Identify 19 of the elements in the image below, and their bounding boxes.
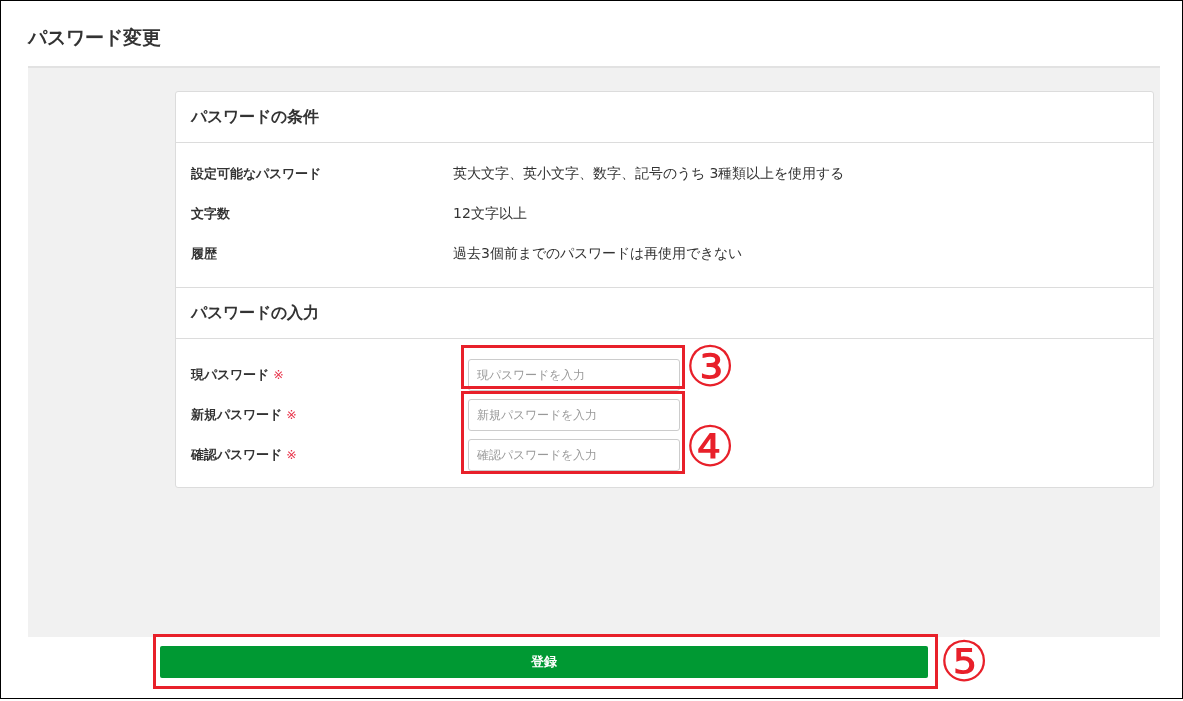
page-title: パスワード変更 xyxy=(26,25,162,50)
field-label: 確認パスワード ※ xyxy=(189,446,298,464)
condition-value: 過去3個前までのパスワードは再使用できない xyxy=(453,245,742,263)
password-field[interactable]: 現パスワードを入力 xyxy=(468,359,680,391)
password-field[interactable]: 新規パスワードを入力 xyxy=(468,399,680,431)
field-label: 現パスワード ※ xyxy=(189,366,285,384)
annotation-number: ④ xyxy=(685,415,736,479)
condition-label: 履歴 xyxy=(190,245,218,263)
annotation-number: ⑤ xyxy=(939,630,990,694)
password-field[interactable]: 確認パスワードを入力 xyxy=(468,439,680,471)
register-button[interactable]: 登録 xyxy=(160,646,928,678)
annotation-number: ③ xyxy=(685,335,736,399)
condition-label: 設定可能なパスワード xyxy=(190,165,322,183)
field-label: 新規パスワード ※ xyxy=(190,406,298,424)
section-heading: パスワードの条件 xyxy=(191,106,319,128)
condition-label: 文字数 xyxy=(190,205,231,223)
section-heading: パスワードの入力 xyxy=(191,302,319,324)
condition-value: 12文字以上 xyxy=(453,205,527,223)
condition-value: 英大文字、英小文字、数字、記号のうち 3種類以上を使用する xyxy=(453,165,845,183)
